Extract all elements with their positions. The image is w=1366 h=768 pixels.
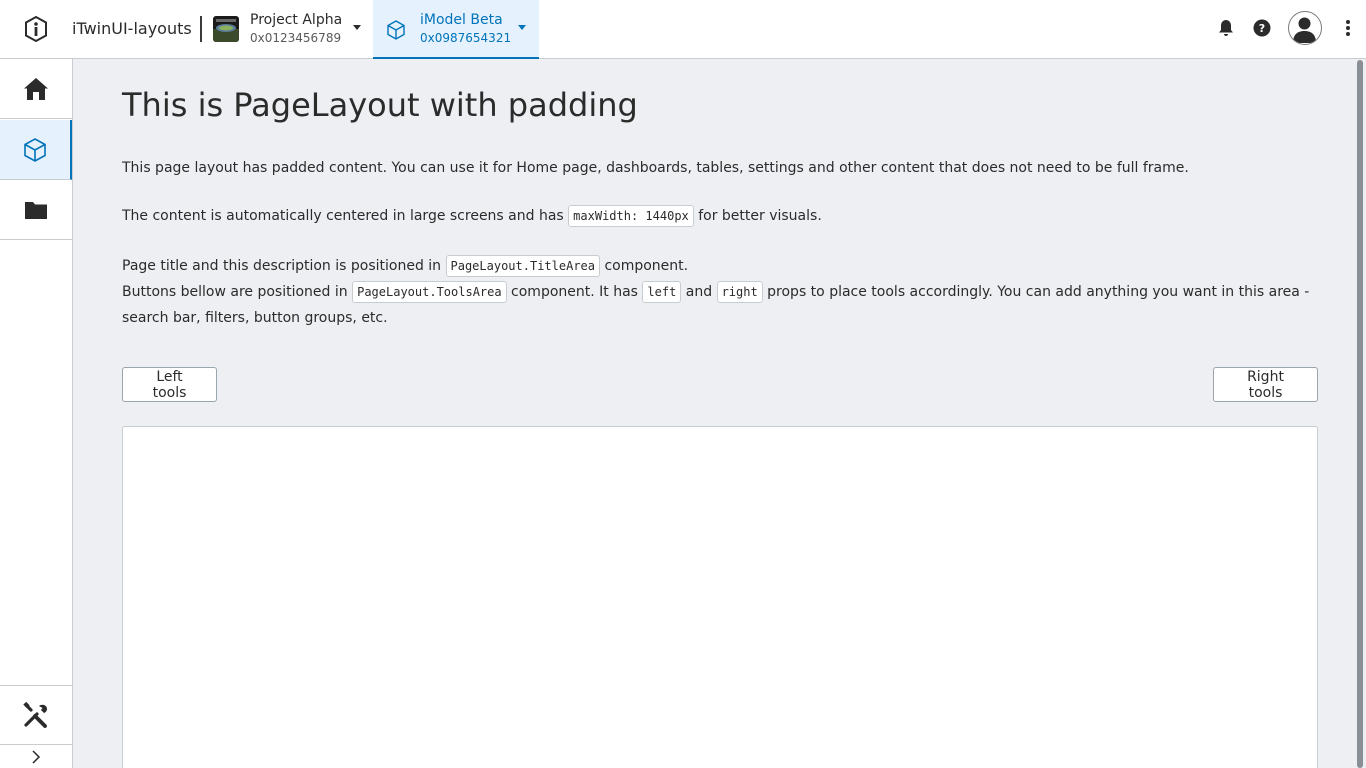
p4-text-mid1: component. It has bbox=[506, 284, 643, 300]
notification-bell-icon[interactable] bbox=[1216, 18, 1236, 38]
app-logo-icon[interactable] bbox=[22, 15, 50, 43]
description-paragraph-1: This page layout has padded content. You… bbox=[122, 160, 1189, 176]
p2-text-before: The content is automatically centered in… bbox=[122, 208, 569, 224]
svg-text:?: ? bbox=[1259, 22, 1265, 35]
chevron-right-icon bbox=[32, 750, 41, 764]
help-icon[interactable]: ? bbox=[1252, 18, 1272, 38]
project-id: 0x0123456789 bbox=[250, 31, 342, 45]
left-tools-button[interactable]: Left tools bbox=[122, 367, 217, 402]
p3-text-after: component. bbox=[600, 258, 689, 274]
project-selector[interactable]: Project Alpha 0x0123456789 bbox=[203, 0, 371, 59]
folder-icon bbox=[25, 201, 47, 219]
home-icon bbox=[24, 77, 48, 100]
sidebar-item-folder[interactable] bbox=[0, 180, 72, 240]
app-header: iTwinUI-layouts Project Alpha 0x01234567… bbox=[0, 0, 1366, 59]
p3-text-before: Page title and this description is posit… bbox=[122, 258, 446, 274]
page-title: This is PageLayout with padding bbox=[122, 86, 638, 124]
code-toolsarea: PageLayout.ToolsArea bbox=[352, 281, 507, 303]
imodel-title: iModel Beta bbox=[420, 12, 503, 28]
imodel-selector[interactable]: iModel Beta 0x0987654321 bbox=[373, 0, 539, 59]
sidebar-item-tools[interactable] bbox=[0, 685, 72, 745]
chevron-down-icon[interactable] bbox=[353, 25, 361, 30]
page-scrollbar[interactable] bbox=[1357, 60, 1363, 768]
description-paragraph-2: The content is automatically centered in… bbox=[122, 203, 1318, 229]
project-thumbnail bbox=[213, 16, 239, 42]
content-panel bbox=[122, 426, 1318, 768]
user-avatar-icon[interactable] bbox=[1288, 11, 1322, 45]
header-divider bbox=[200, 16, 202, 42]
sidebar-item-home[interactable] bbox=[0, 59, 72, 119]
p4-text-before: Buttons bellow are positioned in bbox=[122, 284, 353, 300]
code-left: left bbox=[642, 281, 682, 303]
code-right: right bbox=[716, 281, 763, 303]
project-title: Project Alpha bbox=[250, 12, 343, 28]
code-titlearea: PageLayout.TitleArea bbox=[445, 255, 600, 277]
more-options-icon[interactable] bbox=[1338, 18, 1358, 38]
right-tools-button[interactable]: Right tools bbox=[1213, 367, 1318, 402]
code-maxwidth: maxWidth: 1440px bbox=[568, 205, 694, 227]
imodel-id: 0x0987654321 bbox=[420, 31, 512, 45]
side-navigation bbox=[0, 59, 73, 768]
sidebar-item-model[interactable] bbox=[0, 120, 72, 180]
p2-text-after: for better visuals. bbox=[693, 208, 822, 224]
chevron-down-icon[interactable] bbox=[518, 25, 526, 30]
tools-icon bbox=[23, 702, 47, 728]
cube-icon bbox=[24, 137, 46, 162]
p4-text-mid2: and bbox=[681, 284, 717, 300]
sidebar-expand-button[interactable] bbox=[0, 746, 72, 768]
imodel-cube-icon bbox=[385, 19, 407, 41]
description-paragraph-4: Buttons bellow are positioned in PageLay… bbox=[122, 279, 1318, 331]
app-name[interactable]: iTwinUI-layouts bbox=[72, 19, 192, 38]
description-paragraph-3: Page title and this description is posit… bbox=[122, 253, 1318, 279]
